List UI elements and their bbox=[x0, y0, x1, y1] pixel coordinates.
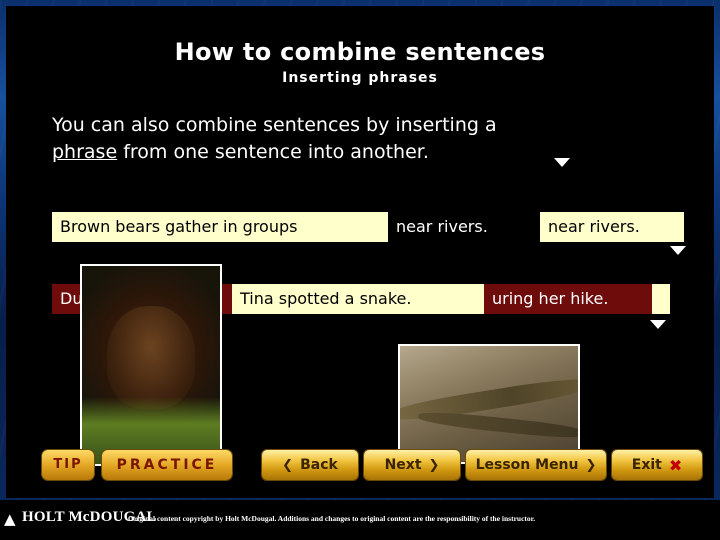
slide-content-area: How to combine sentences Inserting phras… bbox=[6, 6, 714, 498]
next-chevron-icon: ❯ bbox=[428, 457, 440, 473]
close-icon: ✖ bbox=[668, 455, 683, 475]
page-subtitle: Inserting phrases bbox=[282, 70, 438, 86]
example2-part-c: uring her hike. bbox=[484, 284, 652, 314]
exit-button[interactable]: Exit ✖ bbox=[612, 450, 702, 480]
down-arrow-icon-2 bbox=[670, 246, 686, 255]
slide-background: How to combine sentences Inserting phras… bbox=[0, 0, 720, 540]
example2-trailing-block bbox=[652, 284, 670, 314]
back-button-label: Back bbox=[300, 457, 338, 473]
down-arrow-icon-1 bbox=[554, 158, 570, 167]
example1-part-a: Brown bears gather in groups bbox=[52, 212, 388, 242]
example1-part-c: near rivers. bbox=[540, 212, 684, 242]
snake-photo bbox=[398, 344, 580, 464]
body-line-2: from one sentence into another. bbox=[117, 140, 429, 163]
lesson-menu-chevron-icon: ❯ bbox=[585, 457, 597, 473]
body-underlined-word: phrase bbox=[52, 140, 118, 163]
next-button-label: Next bbox=[384, 457, 422, 473]
example-row-1: Brown bears gather in groups near rivers… bbox=[6, 212, 714, 242]
example2-part-b: Tina spotted a snake. bbox=[232, 284, 484, 314]
back-button[interactable]: ❮ Back bbox=[262, 450, 358, 480]
example1-part-b: near rivers. bbox=[388, 212, 534, 242]
body-line-1: You can also combine sentences by insert… bbox=[52, 114, 497, 136]
exit-button-label: Exit bbox=[631, 457, 662, 473]
holt-mcdougal-logo-icon: ▲ bbox=[4, 510, 16, 528]
page-title: How to combine sentences bbox=[174, 38, 546, 66]
copyright-text: Original content copyright by Holt McDou… bbox=[128, 514, 536, 523]
footer-bar: ▲ HOLT McDOUGAL Original content copyrig… bbox=[0, 500, 720, 540]
lesson-menu-button[interactable]: Lesson Menu ❯ bbox=[466, 450, 606, 480]
down-arrow-icon-3 bbox=[650, 320, 666, 329]
next-button[interactable]: Next ❯ bbox=[364, 450, 460, 480]
lesson-menu-button-label: Lesson Menu bbox=[475, 457, 579, 473]
brown-bear-photo bbox=[80, 264, 222, 466]
back-chevron-icon: ❮ bbox=[282, 457, 294, 473]
button-bar: TIP PRACTICE ❮ Back Next ❯ Lesson Menu ❯… bbox=[6, 450, 714, 484]
logo-line-1: HOLT bbox=[22, 509, 65, 525]
practice-button[interactable]: PRACTICE bbox=[102, 450, 232, 480]
tip-button[interactable]: TIP bbox=[42, 450, 94, 480]
